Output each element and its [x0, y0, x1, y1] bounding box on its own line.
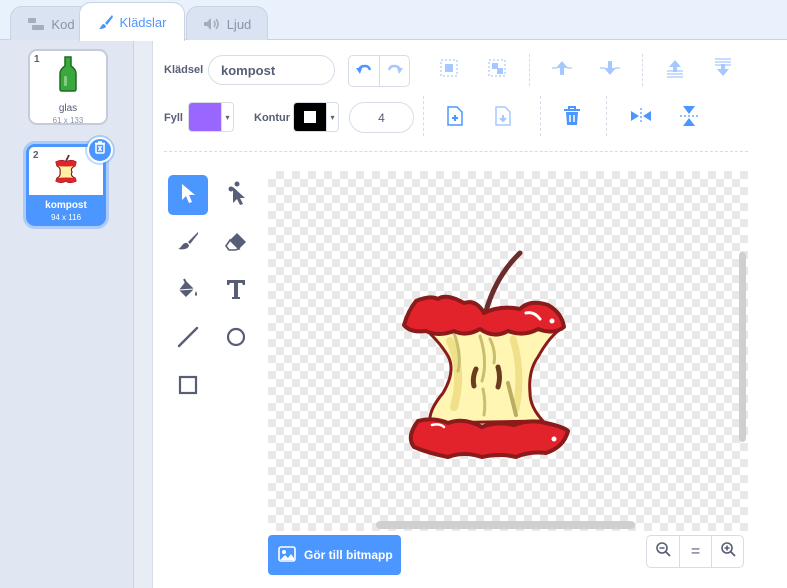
costume-number: 2	[33, 150, 39, 161]
outline-color-picker[interactable]: ▾	[293, 102, 339, 132]
costume-item-glas[interactable]: 1 glas 61 x 133	[28, 49, 108, 125]
back-button[interactable]	[708, 55, 738, 85]
costume-size: 94 x 116	[50, 213, 82, 222]
costume-item-kompost[interactable]: 2 kompost 94 x 116	[26, 137, 113, 226]
paint-bucket-icon	[177, 278, 199, 305]
select-tool[interactable]	[168, 175, 208, 215]
reshape-icon	[225, 181, 247, 210]
flip-vertical-button[interactable]	[674, 103, 704, 133]
eraser-tool[interactable]	[216, 223, 256, 263]
horizontal-scrollbar[interactable]	[376, 521, 635, 529]
fill-label: Fyll	[164, 112, 183, 124]
costume-thumbnail	[30, 51, 106, 101]
rectangle-tool[interactable]	[168, 367, 208, 407]
text-icon	[225, 278, 247, 305]
fill-color-picker[interactable]: ▾	[188, 102, 234, 132]
flip-horizontal-icon	[630, 107, 652, 130]
zoom-reset-button[interactable]: =	[679, 536, 711, 567]
paste-icon	[494, 105, 512, 131]
circle-tool[interactable]	[216, 319, 256, 359]
reshape-tool[interactable]	[216, 175, 256, 215]
arrow-up-icon	[551, 58, 573, 83]
convert-to-bitmap-label: Gör till bitmapp	[304, 548, 393, 562]
brush-icon	[177, 231, 199, 256]
group-icon	[439, 58, 459, 83]
toolbar-separator	[164, 151, 748, 152]
toolbar-divider	[540, 96, 541, 136]
send-to-back-icon	[712, 57, 734, 83]
flip-vertical-icon	[679, 105, 699, 132]
toolbar-divider	[606, 96, 607, 136]
convert-to-bitmap-button[interactable]: Gör till bitmapp	[268, 535, 401, 575]
zoom-in-button[interactable]	[711, 536, 743, 567]
undo-icon	[356, 62, 372, 80]
zoom-controls: =	[646, 535, 744, 568]
outline-label: Kontur	[254, 112, 291, 124]
ungroup-button[interactable]	[482, 55, 512, 85]
paste-button[interactable]	[488, 103, 518, 133]
redo-button[interactable]	[379, 56, 409, 86]
arrow-down-icon	[599, 58, 621, 83]
outline-swatch	[294, 103, 326, 131]
eraser-icon	[225, 231, 247, 256]
costume-number: 1	[34, 54, 40, 65]
tab-costumes-label: Klädslar	[119, 14, 167, 30]
toolbar-divider	[642, 54, 643, 86]
speaker-icon	[203, 17, 221, 31]
apple-core-icon	[52, 154, 80, 189]
copy-icon	[446, 105, 464, 131]
zoom-out-button[interactable]	[647, 536, 679, 567]
group-button[interactable]	[434, 55, 464, 85]
flip-horizontal-button[interactable]	[626, 103, 656, 133]
zoom-reset-label: =	[690, 542, 701, 560]
ungroup-icon	[487, 58, 507, 83]
line-icon	[177, 326, 199, 353]
backward-button[interactable]	[595, 55, 625, 85]
vertical-scrollbar[interactable]	[739, 252, 746, 442]
chevron-down-icon: ▾	[221, 103, 233, 131]
chevron-down-icon: ▾	[326, 103, 338, 131]
paint-canvas[interactable]	[268, 171, 748, 531]
code-blocks-icon	[27, 17, 45, 31]
zoom-in-icon	[720, 541, 736, 562]
paintbrush-icon	[98, 14, 114, 30]
zoom-out-icon	[655, 541, 671, 562]
forward-button[interactable]	[547, 55, 577, 85]
costume-name-input[interactable]: kompost	[208, 55, 335, 85]
brush-tool[interactable]	[168, 223, 208, 263]
rectangle-icon	[177, 374, 199, 401]
line-tool[interactable]	[168, 319, 208, 359]
delete-button[interactable]	[557, 103, 587, 133]
bring-to-front-icon	[664, 58, 686, 83]
text-tool[interactable]	[216, 271, 256, 311]
tab-costumes[interactable]: Klädslar	[79, 2, 185, 41]
delete-costume-button[interactable]	[87, 137, 113, 163]
fill-tool[interactable]	[168, 271, 208, 311]
toolbar-divider	[529, 54, 530, 86]
image-icon	[278, 545, 296, 565]
copy-button[interactable]	[440, 103, 470, 133]
tab-sounds-label: Ljud	[226, 16, 252, 32]
costume-list: 1 glas 61 x 133 2 kompost 94 x 116	[0, 40, 134, 588]
arrow-cursor-icon	[179, 182, 197, 209]
apple-core-drawing[interactable]	[268, 171, 748, 531]
circle-icon	[225, 326, 247, 353]
redo-icon	[387, 62, 403, 80]
costume-name: kompost	[45, 200, 87, 211]
undo-button[interactable]	[349, 56, 379, 86]
front-button[interactable]	[660, 55, 690, 85]
costume-name-label: Klädsel	[164, 64, 204, 76]
green-bottle-icon	[58, 55, 78, 97]
trash-icon	[563, 105, 581, 131]
outline-width-input[interactable]: 4	[349, 102, 414, 133]
tab-code-label: Kod	[51, 16, 75, 32]
editor-tab-bar: Kod Klädslar Ljud	[0, 0, 787, 41]
tab-sounds[interactable]: Ljud	[186, 6, 268, 41]
costume-size: 61 x 133	[52, 116, 84, 125]
toolbar-divider	[423, 96, 424, 136]
costume-name: glas	[58, 103, 78, 114]
undo-redo-group	[348, 55, 410, 87]
fill-swatch	[189, 103, 221, 131]
trash-icon	[94, 141, 106, 159]
